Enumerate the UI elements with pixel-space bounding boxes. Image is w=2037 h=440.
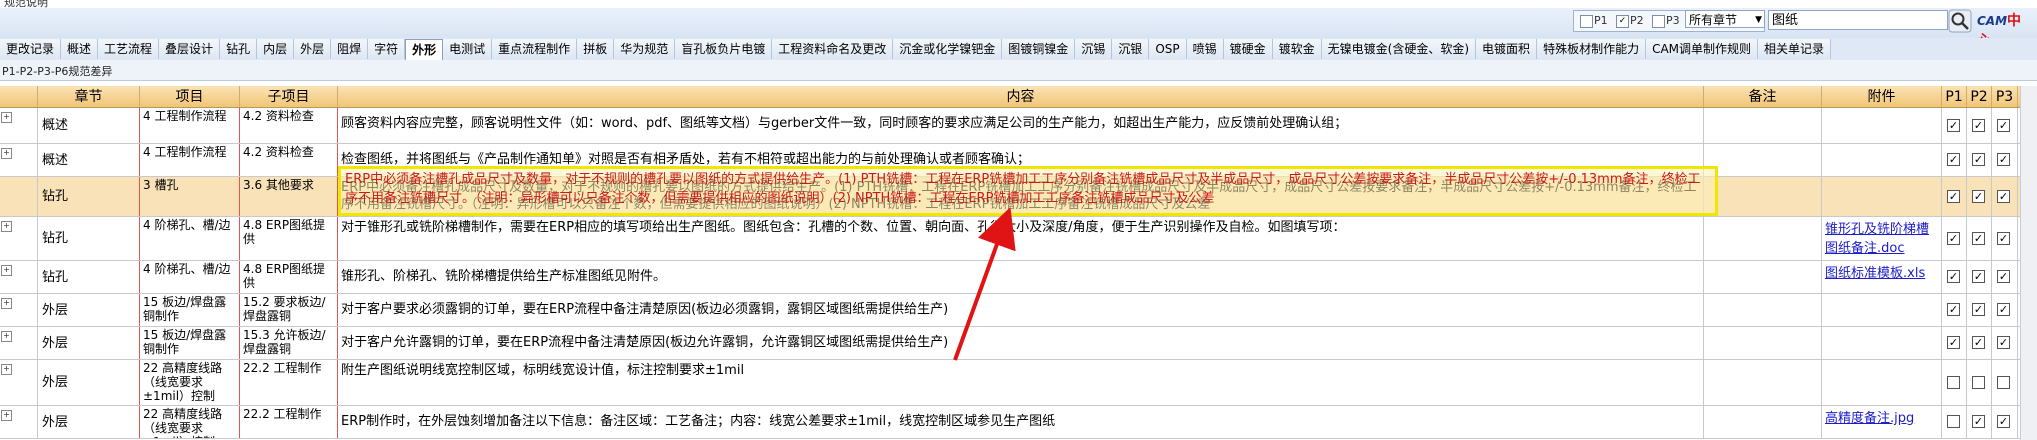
red-arrow — [953, 206, 1016, 361]
vertical-scrollbar[interactable] — [2020, 86, 2037, 440]
annotation-arrow — [953, 206, 1016, 361]
